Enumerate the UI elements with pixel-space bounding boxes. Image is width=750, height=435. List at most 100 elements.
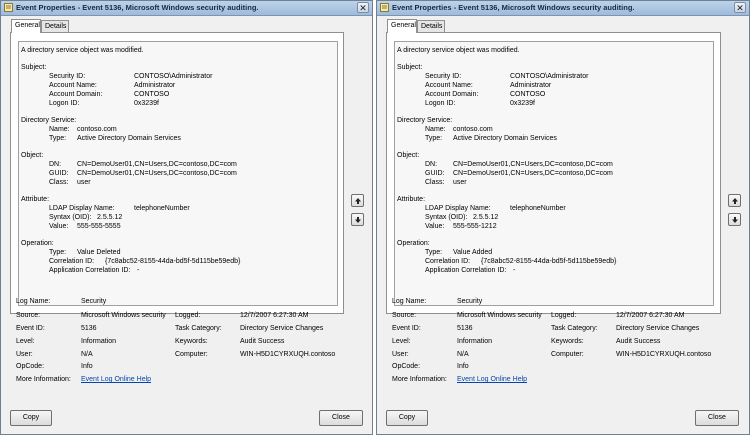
- op-type-value: Value Added: [453, 249, 493, 256]
- user-value: N/A: [457, 351, 469, 358]
- user-value: N/A: [81, 351, 93, 358]
- arrow-down-icon: [355, 217, 361, 223]
- source-label: Source:: [16, 312, 41, 319]
- close-window-button[interactable]: ✕: [357, 2, 369, 13]
- task-category-value: Directory Service Changes: [240, 325, 324, 332]
- arrow-down-icon: [732, 217, 738, 223]
- event-log-online-help-link[interactable]: Event Log Online Help: [457, 376, 527, 383]
- account-name-label: Account Name:: [49, 82, 97, 89]
- logon-id-value: 0x3239f: [134, 100, 159, 107]
- account-domain-value: CONTOSO: [510, 91, 546, 98]
- arrow-up-icon: [732, 198, 738, 204]
- logged-label: Logged:: [175, 312, 201, 319]
- general-tab-panel: A directory service object was modified.…: [10, 32, 344, 314]
- correlation-id-label: Correlation ID:: [425, 258, 471, 265]
- task-category-value: Directory Service Changes: [616, 325, 700, 332]
- security-id-value: CONTOSO\Administrator: [510, 73, 589, 80]
- opcode-label: OpCode:: [16, 363, 45, 370]
- syntax-value: 2.5.5.12: [97, 214, 123, 221]
- tab-details[interactable]: Details: [417, 20, 445, 32]
- message-summary: A directory service object was modified.: [397, 47, 520, 54]
- previous-event-button[interactable]: [728, 194, 741, 207]
- logon-id-label: Logon ID:: [49, 100, 80, 107]
- message-summary: A directory service object was modified.: [21, 47, 144, 54]
- copy-button[interactable]: Copy: [10, 410, 52, 426]
- copy-button[interactable]: Copy: [386, 410, 428, 426]
- correlation-id-value: {7c8abc52-8155-44da-bd5f-5d115be59edb}: [105, 258, 241, 265]
- event-viewer-icon: [380, 3, 389, 12]
- opcode-value: Info: [81, 363, 93, 370]
- operation-header: Operation:: [397, 240, 430, 247]
- event-properties-window-right: Event Properties - Event 5136, Microsoft…: [376, 0, 750, 435]
- task-category-label: Task Category:: [175, 325, 222, 332]
- event-message-box[interactable]: A directory service object was modified.…: [18, 41, 338, 306]
- tab-details[interactable]: Details: [41, 20, 69, 32]
- window-title: Event Properties - Event 5136, Microsoft…: [392, 3, 635, 12]
- computer-label: Computer:: [551, 351, 584, 358]
- close-icon: ✕: [359, 3, 367, 13]
- value-value: 555-555-5555: [77, 223, 121, 230]
- opcode-value: Info: [457, 363, 469, 370]
- user-label: User:: [392, 351, 409, 358]
- level-value: Information: [81, 338, 117, 345]
- event-message-box[interactable]: A directory service object was modified.…: [394, 41, 714, 306]
- task-category-label: Task Category:: [551, 325, 598, 332]
- account-name-value: Administrator: [510, 82, 552, 89]
- previous-event-button[interactable]: [351, 194, 364, 207]
- more-info-label: More Information:: [392, 376, 447, 383]
- account-domain-value: CONTOSO: [134, 91, 170, 98]
- guid-value: CN=DemoUser01,CN=Users,DC=contoso,DC=com: [453, 170, 613, 177]
- object-header: Object:: [397, 152, 420, 159]
- source-label: Source:: [392, 312, 417, 319]
- level-value: Information: [457, 338, 493, 345]
- title-bar[interactable]: Event Properties - Event 5136, Microsoft…: [1, 1, 372, 16]
- class-label: Class:: [425, 179, 445, 186]
- syntax-label: Syntax (OID):: [425, 214, 468, 221]
- event-id-value: 5136: [457, 325, 473, 332]
- log-name-value: Security: [81, 298, 107, 305]
- log-name-value: Security: [457, 298, 483, 305]
- general-tab-panel: A directory service object was modified.…: [386, 32, 721, 314]
- close-button[interactable]: Close: [319, 410, 363, 426]
- ds-name-label: Name:: [49, 126, 70, 133]
- computer-value: WIN-H5D1CYRXUQH.contoso: [616, 351, 712, 358]
- event-log-online-help-link[interactable]: Event Log Online Help: [81, 376, 151, 383]
- ldap-label: LDAP Display Name:: [49, 205, 115, 212]
- close-button[interactable]: Close: [695, 410, 739, 426]
- subject-header: Subject:: [21, 64, 47, 71]
- app-correlation-id-label: Application Correlation ID:: [49, 267, 131, 274]
- directory-service-header: Directory Service:: [21, 117, 77, 124]
- arrow-up-icon: [355, 198, 361, 204]
- keywords-label: Keywords:: [551, 338, 584, 345]
- ds-type-label: Type:: [49, 135, 67, 142]
- class-value: user: [77, 179, 91, 186]
- close-window-button[interactable]: ✕: [734, 2, 746, 13]
- guid-value: CN=DemoUser01,CN=Users,DC=contoso,DC=com: [77, 170, 237, 177]
- keywords-value: Audit Success: [616, 338, 661, 345]
- account-name-value: Administrator: [134, 82, 176, 89]
- ds-type-value: Active Directory Domain Services: [77, 135, 181, 142]
- ds-type-value: Active Directory Domain Services: [453, 135, 557, 142]
- logged-label: Logged:: [551, 312, 577, 319]
- event-id-label: Event ID:: [16, 325, 45, 332]
- close-icon: ✕: [736, 3, 744, 13]
- tab-general[interactable]: General: [387, 19, 417, 33]
- account-name-label: Account Name:: [425, 82, 473, 89]
- computer-value: WIN-H5D1CYRXUQH.contoso: [240, 351, 336, 358]
- user-label: User:: [16, 351, 33, 358]
- app-correlation-id-value: -: [137, 267, 140, 274]
- syntax-label: Syntax (OID):: [49, 214, 92, 221]
- next-event-button[interactable]: [351, 213, 364, 226]
- class-value: user: [453, 179, 467, 186]
- logon-id-label: Logon ID:: [425, 100, 456, 107]
- op-type-label: Type:: [49, 249, 67, 256]
- security-id-label: Security ID:: [49, 73, 86, 80]
- logon-id-value: 0x3239f: [510, 100, 535, 107]
- title-bar[interactable]: Event Properties - Event 5136, Microsoft…: [377, 1, 749, 16]
- ldap-value: telephoneNumber: [134, 205, 190, 212]
- tab-general[interactable]: General: [11, 19, 41, 33]
- dn-value: CN=DemoUser01,CN=Users,DC=contoso,DC=com: [453, 161, 613, 168]
- next-event-button[interactable]: [728, 213, 741, 226]
- keywords-label: Keywords:: [175, 338, 208, 345]
- event-id-label: Event ID:: [392, 325, 421, 332]
